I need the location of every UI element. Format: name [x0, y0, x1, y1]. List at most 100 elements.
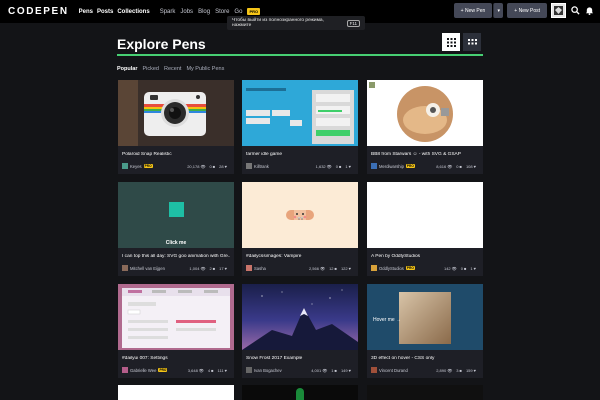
author-name[interactable]: Vincent Durand: [379, 368, 408, 373]
pen-card[interactable]: #dailyui 007: Settings Gabrielle Wee PRO…: [118, 284, 234, 378]
search-icon[interactable]: [570, 6, 580, 16]
pen-thumbnail[interactable]: [118, 284, 234, 350]
pen-title[interactable]: Snow Frost 2017 Example: [246, 356, 354, 361]
camera-icon: [144, 92, 206, 136]
nav-store[interactable]: Store: [215, 9, 229, 15]
nav-posts[interactable]: Posts: [97, 9, 113, 15]
author-avatar[interactable]: [122, 265, 128, 271]
eye-icon: 👁: [451, 265, 457, 271]
tab-recent[interactable]: Recent: [164, 66, 181, 72]
author-name[interactable]: Ivan Bogachev: [254, 368, 282, 373]
pen-thumbnail[interactable]: [242, 182, 358, 248]
pen-title[interactable]: #dailycssimages: Vampire: [246, 254, 354, 259]
bell-icon[interactable]: [584, 6, 594, 16]
heart-icon[interactable]: ♥: [225, 266, 227, 271]
tab-picked[interactable]: Picked: [142, 66, 159, 72]
pen-card-partial[interactable]: [367, 385, 483, 400]
pen-title[interactable]: #dailyui 007: Settings: [122, 356, 230, 361]
author-avatar[interactable]: [371, 367, 377, 373]
new-pen-button[interactable]: + New Pen: [453, 3, 493, 18]
nav-jobs[interactable]: Jobs: [180, 9, 193, 15]
tab-popular[interactable]: Popular: [117, 66, 137, 72]
pen-thumbnail[interactable]: [367, 80, 483, 146]
pen-card-partial[interactable]: [242, 385, 358, 400]
pen-title[interactable]: BB8 from Starwars ☺ - with SVG & GSAP: [371, 152, 479, 157]
new-pen-dropdown-button[interactable]: ▾: [493, 3, 504, 18]
pen-thumbnail[interactable]: [242, 80, 358, 146]
author-avatar[interactable]: [371, 265, 377, 271]
new-post-button[interactable]: + New Post: [507, 3, 547, 18]
pen-card[interactable]: BB8 from Starwars ☺ - with SVG & GSAP Me…: [367, 80, 483, 174]
pen-thumbnail[interactable]: Click me: [118, 182, 234, 248]
pen-card[interactable]: Polaroid Snap Realistic Keyes PRO 20,178…: [118, 80, 234, 174]
nav-spark[interactable]: Spark: [160, 9, 176, 15]
pen-card[interactable]: Hover me → 3D effect on hover - CSS only…: [367, 284, 483, 378]
author-name[interactable]: Merdiwarship: [379, 164, 404, 169]
comments-count: 3: [456, 367, 459, 373]
pen-card-partial[interactable]: [118, 385, 234, 400]
pen-thumbnail[interactable]: Hover me →: [367, 284, 483, 350]
comment-icon: ■: [211, 367, 214, 373]
author-name[interactable]: Keyes: [130, 164, 142, 169]
likes-count: 1: [345, 163, 348, 169]
author-name[interactable]: Gabrielle Wee: [130, 368, 156, 373]
pen-meta: Killtrank 1,632 👁 0 ■ 1 ♥: [246, 162, 354, 170]
pen-title[interactable]: A Pen by OddlyStudios: [371, 254, 479, 259]
heart-icon[interactable]: ♥: [349, 368, 351, 373]
eye-icon: 👁: [319, 265, 326, 271]
chevron-down-icon: ▾: [497, 7, 501, 14]
author-avatar[interactable]: [246, 163, 252, 169]
author-name[interactable]: Mitchell van Eijgen: [130, 266, 165, 271]
pen-stats: 8,616 👁 0 ■ 108 ♥: [436, 164, 479, 169]
author-name[interactable]: Sasha: [254, 266, 266, 271]
pen-card[interactable]: farmer idle game Killtrank 1,632 👁 0 ■ 1 ♥: [242, 80, 358, 174]
nav-collections[interactable]: Collections: [117, 9, 149, 15]
author-avatar[interactable]: [371, 163, 377, 169]
views-count: 20,178: [187, 163, 200, 169]
toast-key: F11: [346, 19, 360, 27]
heart-icon[interactable]: ♥: [474, 164, 476, 169]
eye-icon: 👁: [198, 367, 204, 373]
author-pro-badge: PRO: [158, 368, 168, 372]
heart-icon[interactable]: ♥: [225, 164, 227, 169]
views-count: 4,001: [311, 367, 322, 373]
heart-icon[interactable]: ♥: [474, 368, 476, 373]
author-avatar[interactable]: [246, 265, 252, 271]
hover-me-label[interactable]: Hover me →: [373, 317, 401, 323]
heart-icon[interactable]: ♥: [349, 164, 351, 169]
user-avatar[interactable]: [551, 3, 566, 18]
author-avatar[interactable]: [246, 367, 252, 373]
author-name[interactable]: OddlyStudios: [379, 266, 404, 271]
author-avatar[interactable]: [122, 163, 128, 169]
codepen-logo[interactable]: CODEPEN: [8, 6, 69, 17]
pen-title[interactable]: I can top this all day: SVG goo animatio…: [122, 254, 230, 259]
nav-blog[interactable]: Blog: [198, 9, 210, 15]
pen-thumbnail[interactable]: [242, 284, 358, 350]
author-name[interactable]: Killtrank: [254, 164, 269, 169]
author-avatar[interactable]: [122, 367, 128, 373]
tab-my-public-pens[interactable]: My Public Pens: [186, 66, 224, 72]
grid-large-view-button[interactable]: [442, 33, 460, 51]
click-me-label[interactable]: Click me: [118, 240, 234, 246]
nav-pens[interactable]: Pens: [79, 9, 93, 15]
pen-thumbnail[interactable]: [367, 182, 483, 248]
pen-title[interactable]: farmer idle game: [246, 152, 354, 157]
pen-card[interactable]: Snow Frost 2017 Example Ivan Bogachev 4,…: [242, 284, 358, 378]
pen-card[interactable]: Click me I can top this all day: SVG goo…: [118, 182, 234, 276]
nav-go[interactable]: Go: [234, 9, 242, 15]
pen-meta: Merdiwarship PRO 8,616 👁 0 ■ 108 ♥: [371, 162, 479, 170]
pen-thumbnail[interactable]: [118, 80, 234, 146]
hover-photo[interactable]: [399, 292, 451, 344]
grid-small-view-button[interactable]: [463, 33, 481, 51]
pen-card[interactable]: A Pen by OddlyStudios OddlyStudios PRO 1…: [367, 182, 483, 276]
pen-title[interactable]: 3D effect on hover - CSS only: [371, 356, 479, 361]
comment-icon: ■: [459, 367, 462, 373]
heart-icon[interactable]: ♥: [474, 266, 476, 271]
pen-title[interactable]: Polaroid Snap Realistic: [122, 152, 230, 157]
pen-meta: Sasha 2,566 👁 12 ■ 122 ♥: [246, 264, 354, 272]
likes-count: 111: [217, 367, 224, 373]
pen-card[interactable]: #dailycssimages: Vampire Sasha 2,566 👁 12…: [242, 182, 358, 276]
heart-icon[interactable]: ♥: [225, 368, 227, 373]
heart-icon[interactable]: ♥: [349, 266, 351, 271]
bb8-icon: [369, 82, 453, 142]
